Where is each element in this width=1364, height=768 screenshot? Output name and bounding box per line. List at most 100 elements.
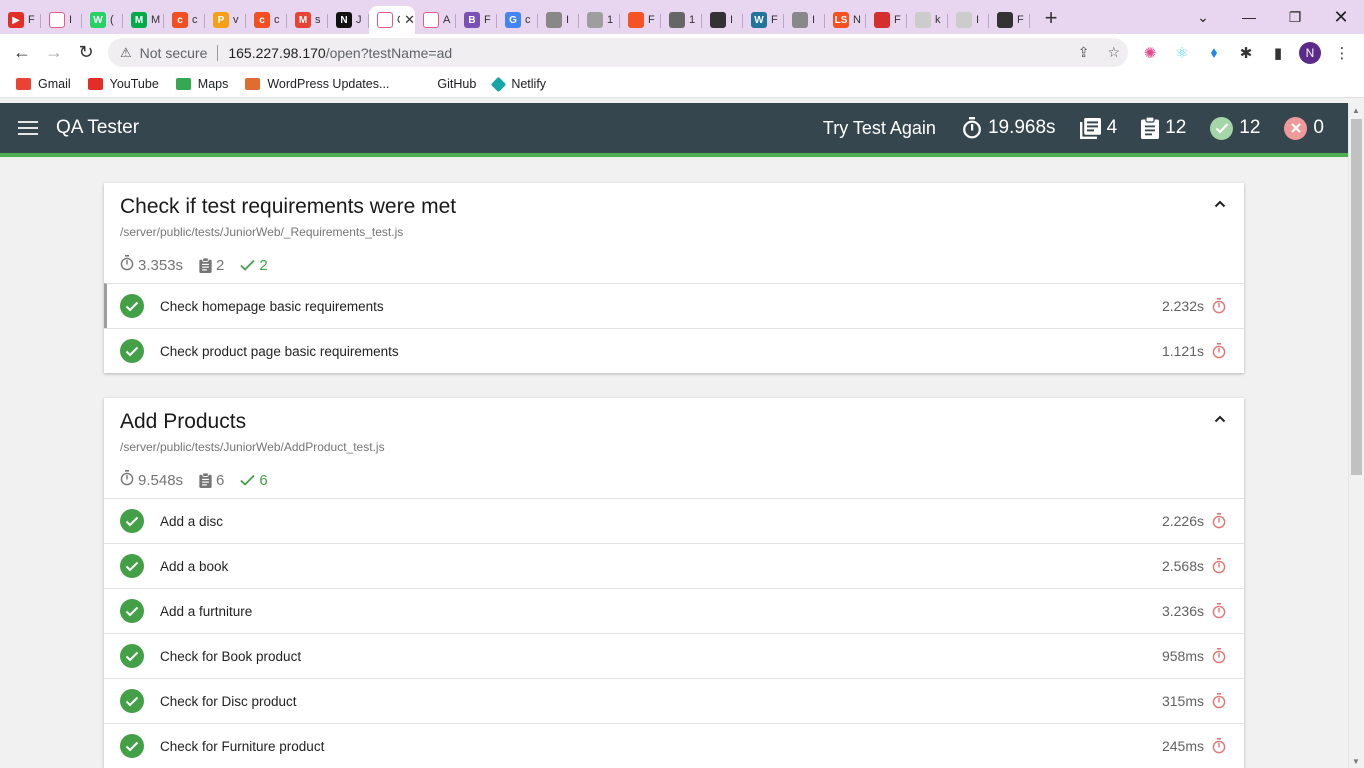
test-row[interactable]: Check for Furniture product 245ms [104,723,1244,768]
test-duration: 2.232s [1161,298,1204,314]
suite-card: Add Products /server/public/tests/Junior… [104,398,1244,768]
reload-icon[interactable]: ↻ [70,37,102,69]
suite-meta: 9.548s 6 6 [120,470,1228,490]
browser-tab[interactable]: Gc [497,6,538,34]
test-row[interactable]: Check homepage basic requirements 2.232s [104,283,1244,328]
browser-tab[interactable]: ▶ F [0,6,41,34]
warning-icon[interactable]: ⚠ [120,45,132,61]
chevron-up-icon[interactable] [1214,410,1226,426]
browser-tab[interactable]: NJ [328,6,369,34]
browser-tab[interactable]: Ms [287,6,328,34]
notion-icon: N [336,12,352,28]
total-time-value: 19.968s [987,117,1056,138]
test-name: Add a disc [160,513,224,529]
browser-tab[interactable]: Q✕ [369,6,415,34]
test-row[interactable]: Check product page basic requirements 1.… [104,328,1244,373]
browser-tab[interactable]: LS N [825,6,866,34]
browser-tab[interactable]: k [907,6,948,34]
restore-icon[interactable]: ❐ [1272,0,1318,34]
browser-tab[interactable]: I [538,6,579,34]
more-menu-icon[interactable]: ⋮ [1326,44,1358,62]
bookmark-item[interactable]: Maps [175,77,228,91]
test-row[interactable]: Add a disc 2.226s [104,498,1244,543]
address-bar[interactable]: ⚠ Not secure 165.227.98.170/open?testNam… [108,38,1128,67]
tab-title: F [28,14,35,26]
test-row[interactable]: Check for Disc product 315ms [104,678,1244,723]
browser-tab[interactable]: 1 [661,6,702,34]
close-window-icon[interactable]: ✕ [1318,0,1364,34]
bookmark-item[interactable]: YouTube [87,77,159,91]
browser-tab[interactable]: I [784,6,825,34]
timer-icon [1212,298,1226,319]
browser-tab[interactable]: F [620,6,661,34]
wordpress-icon [245,78,261,90]
suite-test-count-value: 6 [216,471,225,489]
extensions-puzzle-icon[interactable]: ✱ [1230,44,1262,62]
try-test-again-button[interactable]: Try Test Again [823,118,936,139]
browser-tab[interactable]: I [702,6,743,34]
browser-tab[interactable]: I [948,6,989,34]
test-row[interactable]: Add a book 2.568s [104,543,1244,588]
profile-avatar[interactable]: N [1294,41,1326,64]
suite-passed-count-value: 2 [259,256,268,274]
page-scrollbar[interactable]: ▲ ▼ [1348,103,1364,768]
color-wheel-icon[interactable]: ✺ [1134,44,1166,62]
share-icon[interactable]: ⇪ [1078,44,1090,61]
browser-tab[interactable]: 1 [579,6,620,34]
scroll-thumb[interactable] [1351,119,1362,475]
test-name: Add a book [160,558,229,574]
suite-passed-count-value: 6 [259,471,268,489]
browser-tab[interactable]: F [989,6,1030,34]
tests-count-value: 12 [1165,117,1187,138]
bookmark-label: GitHub [437,77,477,91]
ethereum-icon[interactable]: ⬧ [1198,44,1230,61]
scroll-down-icon[interactable]: ▼ [1352,757,1360,766]
side-panel-icon[interactable]: ▮ [1262,44,1294,62]
passed-count: 12 [1210,116,1260,140]
url-text[interactable]: 165.227.98.170/open?testName=ad [228,45,452,61]
tab-search-icon[interactable]: ⌄ [1180,0,1226,34]
extensions-area: ✺ ⚛ ⬧ ✱ ▮ N ⋮ [1134,34,1358,71]
bookmark-star-icon[interactable]: ☆ [1107,44,1120,61]
bookmark-item[interactable]: GitHub [430,77,476,91]
browser-tab[interactable]: cc [246,6,287,34]
bookmark-item[interactable]: Netlify [491,76,546,92]
browser-tab[interactable]: I [41,6,82,34]
box-icon [669,12,685,28]
test-duration: 1.121s [1161,343,1204,359]
suite-header[interactable]: Check if test requirements were met /ser… [104,183,1244,283]
browser-tab[interactable]: BF [456,6,497,34]
new-tab-button[interactable]: + [1036,5,1066,31]
browser-tab[interactable]: F [866,6,907,34]
forward-icon[interactable]: → [38,37,70,69]
security-label[interactable]: Not secure [140,45,208,61]
chevron-up-icon[interactable] [1214,195,1226,211]
failed-icon [1284,116,1308,140]
close-tab-icon[interactable]: ✕ [404,12,415,28]
divider [217,44,219,61]
github-icon [710,12,726,28]
scroll-up-icon[interactable]: ▲ [1352,106,1360,115]
test-row[interactable]: Check for Book product 958ms [104,633,1244,678]
bookmarks-bar: Gmail YouTube Maps WordPress Updates... GitH… [0,71,1364,98]
browser-tab[interactable]: A [415,6,456,34]
minimize-icon[interactable]: — [1226,0,1272,34]
browser-tab[interactable]: cc [164,6,205,34]
react-devtools-icon[interactable]: ⚛ [1166,44,1198,62]
test-duration: 315ms [1161,693,1204,709]
browser-tab[interactable]: MM [123,6,164,34]
menu-icon[interactable] [18,121,38,135]
browser-toolbar: ← → ↻ ⚠ Not secure 165.227.98.170/open?t… [0,34,1364,71]
test-name: Check product page basic requirements [160,343,399,359]
suite-header[interactable]: Add Products /server/public/tests/Junior… [104,398,1244,498]
browser-tab[interactable]: WF [743,6,784,34]
back-icon[interactable]: ← [6,37,38,69]
passed-check-icon [120,509,144,533]
browser-tab[interactable]: Pv [205,6,246,34]
bookmark-item[interactable]: Gmail [16,77,71,91]
test-duration: 2.568s [1161,558,1204,574]
bookmark-item[interactable]: WordPress Updates... [245,77,389,91]
test-row[interactable]: Add a furtniture 3.236s [104,588,1244,633]
timer-icon [120,255,134,275]
browser-tab[interactable]: W( [82,6,123,34]
